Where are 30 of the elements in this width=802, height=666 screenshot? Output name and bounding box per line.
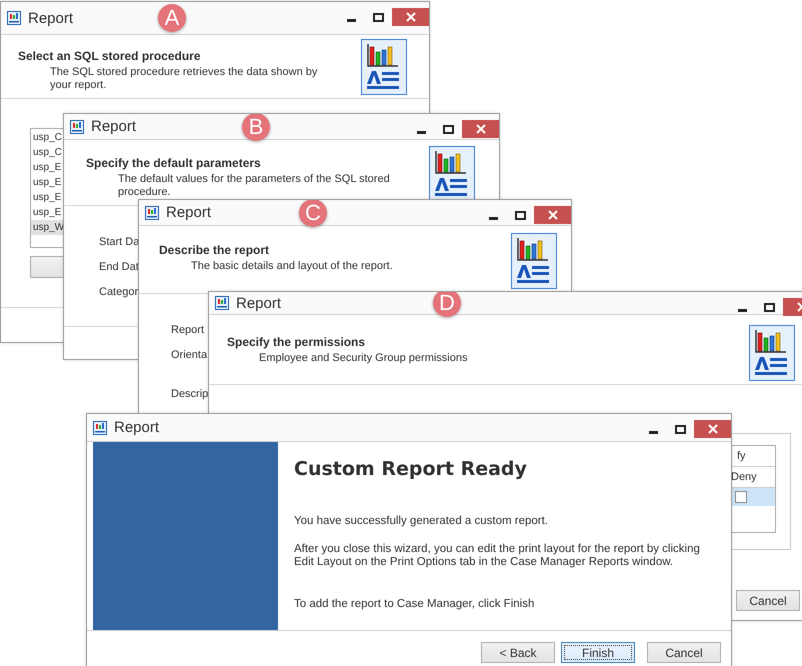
step-description: The SQL stored procedure retrieves the data shown by your report.: [50, 66, 318, 92]
cancel-button[interactable]: Cancel: [736, 590, 800, 611]
step-heading: Specify the permissions: [227, 335, 366, 349]
field-label: Descrip: [171, 388, 208, 401]
step-description: The default values for the parameters of the SQL stored procedure.: [118, 173, 391, 199]
message-text: You have successfully generated a custom report.: [294, 515, 549, 528]
step-description: The basic details and layout of the report.: [191, 260, 394, 273]
field-label: Report: [171, 324, 204, 337]
callout-badge: C: [299, 200, 327, 226]
step-description: Employee and Security Group permissions: [259, 352, 468, 365]
callout-badge: A: [158, 4, 186, 32]
field-label: End Dat: [99, 261, 139, 274]
message-text: To add the report to Case Manager, click Finish: [294, 598, 536, 611]
window-title: Report: [28, 10, 74, 26]
field-label: Categor: [99, 286, 138, 299]
step-heading: Specify the default parameters: [86, 156, 262, 170]
wizard-button[interactable]: Finish: [561, 642, 635, 663]
window-title: Report: [91, 118, 136, 135]
callout-badge: B: [242, 114, 270, 140]
step-heading: Select an SQL stored procedure: [18, 49, 202, 63]
window-title: Report: [236, 294, 282, 312]
wizard-button[interactable]: < Back: [481, 642, 555, 663]
window-title: Report: [166, 204, 212, 221]
window-title: Report: [114, 419, 160, 436]
page-title: Custom Report Ready: [294, 458, 528, 480]
message-text: After you close this wizard, you can edit the print layout for the report by clicking Edit Layout on the Print Options tab in the Case Manager Reports window.: [294, 543, 701, 569]
wizard-button[interactable]: Cancel: [647, 642, 721, 663]
step-heading: Describe the report: [159, 243, 270, 257]
callout-badge: D: [433, 292, 461, 317]
field-label: Orienta: [171, 349, 208, 362]
